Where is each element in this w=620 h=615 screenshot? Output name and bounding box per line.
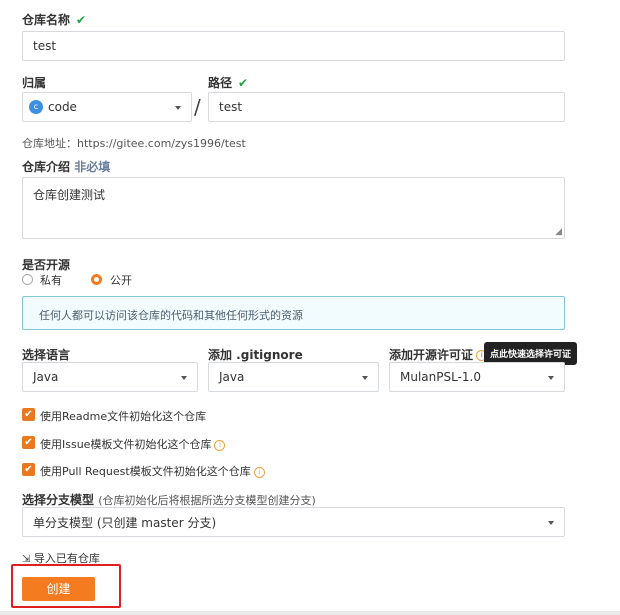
chevron-down-icon: [362, 376, 368, 380]
owner-avatar: c: [29, 100, 43, 114]
pr-template-checkbox[interactable]: ✔: [22, 463, 35, 476]
language-value: Java: [33, 370, 59, 384]
branch-model-hint: (仓库初始化后将根据所选分支模型创建分支): [98, 494, 316, 507]
private-label: 私有: [40, 274, 62, 287]
owner-label: 归属: [22, 76, 47, 90]
readme-checkbox[interactable]: ✔: [22, 408, 35, 421]
license-select[interactable]: MulanPSL-1.0: [389, 362, 565, 392]
branch-model-select[interactable]: 单分支模型 (只创建 master 分支): [22, 507, 565, 537]
resize-handle-icon[interactable]: ◢: [555, 227, 562, 237]
repo-name-input[interactable]: test: [22, 31, 565, 61]
language-label: 选择语言: [22, 348, 71, 362]
path-value: test: [219, 100, 243, 114]
private-radio[interactable]: [22, 274, 33, 285]
path-input[interactable]: test: [208, 92, 565, 122]
chevron-down-icon: [181, 376, 187, 380]
owner-select[interactable]: c code: [22, 92, 192, 122]
create-button[interactable]: 创建: [22, 577, 95, 601]
info-icon[interactable]: i: [214, 439, 226, 451]
public-label: 公开: [110, 274, 132, 287]
visibility-info-text: 任何人都可以访问该仓库的代码和其他任何形式的资源: [39, 309, 303, 322]
issue-template-checkbox[interactable]: ✔: [22, 436, 35, 449]
public-radio[interactable]: [91, 274, 102, 285]
branch-model-label: 选择分支模型 (仓库初始化后将根据所选分支模型创建分支): [22, 493, 316, 507]
visibility-info-box: 任何人都可以访问该仓库的代码和其他任何形式的资源: [22, 296, 565, 330]
info-icon[interactable]: i: [253, 466, 265, 478]
repo-address: 仓库地址：https://gitee.com/zys1996/test: [22, 137, 246, 150]
bottom-divider: [0, 611, 620, 615]
description-value: 仓库创建测试: [33, 188, 106, 202]
license-value: MulanPSL-1.0: [400, 370, 481, 384]
chevron-down-icon: [548, 376, 554, 380]
gitignore-select[interactable]: Java: [208, 362, 379, 392]
description-label: 仓库介绍 非必填: [22, 160, 111, 174]
check-icon: ✔: [76, 13, 87, 27]
path-label: 路径 ✔: [208, 76, 249, 90]
open-source-label: 是否开源: [22, 258, 71, 272]
repo-name-value: test: [33, 39, 57, 53]
repo-name-label: 仓库名称 ✔: [22, 13, 87, 27]
path-separator: /: [194, 95, 201, 119]
language-select[interactable]: Java: [22, 362, 198, 392]
description-textarea[interactable]: 仓库创建测试 ◢: [22, 177, 565, 239]
issue-template-label: 使用Issue模板文件初始化这个仓库 i: [40, 436, 226, 452]
pr-template-label: 使用Pull Request模板文件初始化这个仓库 i: [40, 463, 265, 479]
chevron-down-icon: [548, 521, 554, 525]
optional-label: 非必填: [74, 160, 111, 174]
gitignore-value: Java: [219, 370, 245, 384]
owner-value: code: [48, 100, 77, 114]
gitignore-label: 添加 .gitignore: [208, 348, 303, 362]
license-label: 添加开源许可证 i: [389, 346, 488, 363]
branch-model-value: 单分支模型 (只创建 master 分支): [33, 515, 217, 530]
readme-checkbox-label: 使用Readme文件初始化这个仓库: [40, 410, 207, 423]
check-icon: ✔: [238, 76, 249, 90]
chevron-down-icon: [175, 106, 181, 110]
